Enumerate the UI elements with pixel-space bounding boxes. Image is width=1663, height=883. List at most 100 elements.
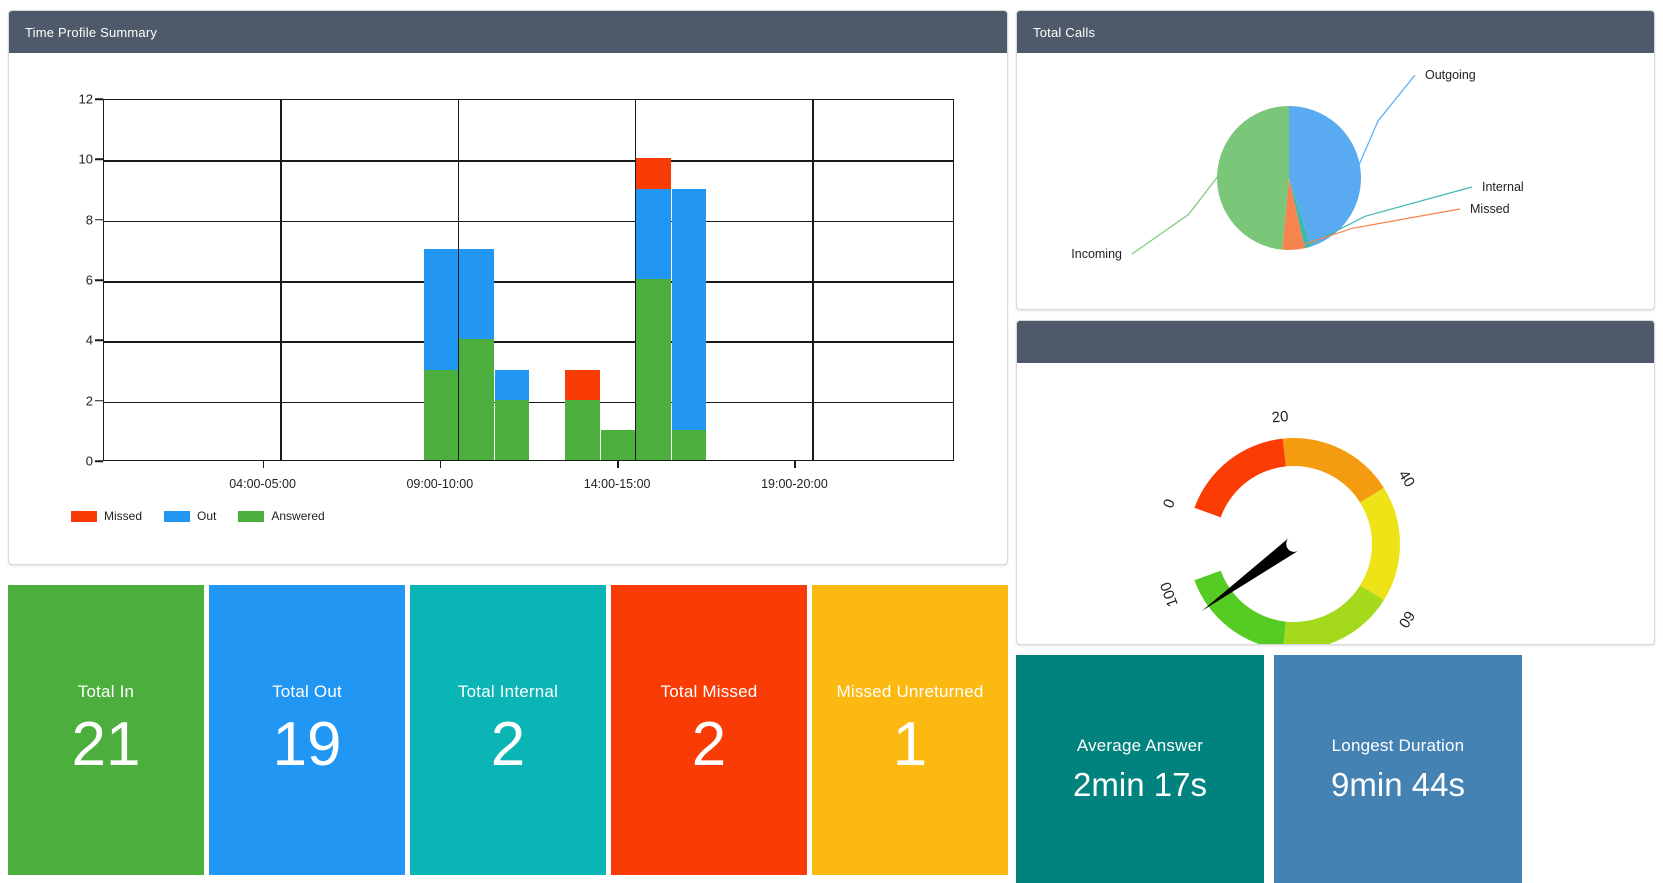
gauge-panel-header <box>1017 321 1654 363</box>
pie-slice-label: Outgoing <box>1425 68 1476 82</box>
gauge-tick-label: 0 <box>1160 497 1179 511</box>
chart-gridline-horizontal <box>104 341 953 343</box>
y-axis-tick-mark <box>95 399 103 402</box>
x-axis-tick-label: 19:00-20:00 <box>761 477 828 491</box>
y-axis-tick-mark <box>95 158 103 161</box>
chart-bar-segment-missed <box>565 369 600 400</box>
kpi-tile-value: 2 <box>490 710 526 780</box>
chart-bar-segment-out <box>636 188 671 280</box>
dashboard-root: Time Profile Summary 0 2 4 6 8 10 12 04:00-05:… <box>0 0 1663 883</box>
y-axis-tick-label: 0 <box>85 453 93 469</box>
gauge-panel: 020406080100 <box>1016 320 1655 645</box>
chart-gridline-horizontal <box>104 281 953 283</box>
x-axis-tick-mark <box>439 461 442 468</box>
legend-label: Out <box>197 509 217 523</box>
x-axis-tick-mark <box>262 461 265 468</box>
chart-bar[interactable] <box>671 188 707 460</box>
chart-bar[interactable] <box>494 369 529 460</box>
x-axis-tick-label: 14:00-15:00 <box>583 477 651 491</box>
chart-gridline-horizontal <box>104 160 953 162</box>
kpi-tile-value: 19 <box>272 710 342 780</box>
x-axis-tick-label: 09:00-10:00 <box>406 477 474 491</box>
legend-swatch-icon <box>238 510 265 522</box>
chart-bar[interactable] <box>423 248 459 460</box>
legend-swatch-icon <box>71 510 97 522</box>
time-profile-panel: Time Profile Summary 0 2 4 6 8 10 12 04:00-05:… <box>8 10 1008 565</box>
chart-bar-segment-out <box>459 248 494 340</box>
chart-gridline-horizontal <box>104 220 953 223</box>
kpi-tile-label: Longest Duration <box>1331 735 1465 755</box>
chart-bar-segment-answered <box>600 429 636 460</box>
bar-chart-plot-area <box>103 99 954 461</box>
chart-bar[interactable] <box>565 369 600 460</box>
y-axis-tick-mark <box>95 279 103 281</box>
kpi-tile-missed-unreturned[interactable]: Missed Unreturned 1 <box>812 585 1008 875</box>
kpi-tile-label: Missed Unreturned <box>836 682 984 702</box>
pie-slice-incoming[interactable] <box>1217 106 1289 250</box>
chart-bar-segment-answered <box>636 279 671 460</box>
pie-slice-label: Internal <box>1482 180 1524 194</box>
pie-slice-label: Incoming <box>1071 247 1122 261</box>
kpi-tile-label: Total Internal <box>457 682 559 702</box>
total-calls-panel: Total Calls Outgoing Internal Missed Incomi… <box>1016 10 1655 310</box>
chart-bar-segment-answered <box>494 399 529 460</box>
gauge-tick-label: 100 <box>1157 580 1182 609</box>
bar-chart-legend: Missed Out Answered <box>71 509 325 523</box>
y-axis-tick-label: 4 <box>85 332 93 348</box>
gauge-tick-label: 20 <box>1271 408 1289 427</box>
kpi-tile-label: Total In <box>77 682 135 702</box>
kpi-tile-total-in[interactable]: Total In 21 <box>8 585 204 875</box>
kpi-tile-total-internal[interactable]: Total Internal 2 <box>410 585 606 875</box>
y-axis-tick-label: 6 <box>85 272 93 288</box>
legend-label: Answered <box>271 509 325 523</box>
legend-item[interactable]: Missed <box>71 509 142 523</box>
y-axis-tick-mark <box>95 460 103 462</box>
gauge-chart: 020406080100 <box>1157 408 1418 644</box>
legend-swatch-icon <box>164 510 191 522</box>
kpi-tile-average-answer[interactable]: Average Answer 2min 17s <box>1016 655 1264 883</box>
total-calls-title: Total Calls <box>1033 24 1096 40</box>
kpi-tile-value: 21 <box>71 710 141 780</box>
kpi-tile-total-out[interactable]: Total Out 19 <box>209 585 405 875</box>
kpi-tile-label: Total Out <box>272 682 342 702</box>
chart-bar-segment-out <box>423 248 459 370</box>
legend-item[interactable]: Out <box>164 509 216 523</box>
gauge-band-40-60 <box>1360 487 1400 601</box>
chart-gridline-vertical <box>812 100 814 460</box>
gauge-body: 020406080100 <box>1017 363 1654 644</box>
y-axis-tick-mark <box>95 339 103 342</box>
pie-chart: Outgoing Internal Missed Incoming <box>1071 68 1524 261</box>
x-axis-tick-label: 04:00-05:00 <box>229 477 296 491</box>
chart-bar-segment-out <box>494 369 529 400</box>
pie-chart-body: Outgoing Internal Missed Incoming <box>1017 53 1654 309</box>
kpi-tile-longest-duration[interactable]: Longest Duration 9min 44s <box>1274 655 1522 883</box>
chart-bar[interactable] <box>636 158 671 460</box>
y-axis-tick-mark <box>95 98 103 100</box>
gauge-band-20-40 <box>1282 437 1384 503</box>
legend-item[interactable]: Answered <box>238 509 325 523</box>
chart-bar-segment-answered <box>565 399 600 460</box>
kpi-tile-label: Average Answer <box>1076 735 1204 755</box>
gauge-tick-label: 60 <box>1395 608 1418 631</box>
chart-bar-segment-answered <box>671 429 707 460</box>
chart-bar-segment-answered <box>423 369 459 460</box>
x-axis-tick-mark <box>794 461 796 468</box>
chart-bar[interactable] <box>600 429 636 460</box>
chart-bar-segment-out <box>671 188 707 430</box>
x-axis-tick-mark <box>617 461 619 468</box>
kpi-tile-label: Total Missed <box>660 682 758 702</box>
kpi-tile-value: 9min 44s <box>1331 765 1465 803</box>
pie-leader-line <box>1131 174 1220 255</box>
total-calls-panel-header: Total Calls <box>1017 11 1654 53</box>
chart-bar-segment-missed <box>636 158 671 189</box>
y-axis-tick-label: 12 <box>78 91 93 107</box>
pie-slice-label: Missed <box>1470 202 1510 216</box>
y-axis-tick-label: 2 <box>85 393 93 409</box>
gauge-tick-label: 40 <box>1395 467 1418 490</box>
legend-label: Missed <box>104 509 143 523</box>
kpi-tile-total-missed[interactable]: Total Missed 2 <box>611 585 807 875</box>
gauge-band-0-20 <box>1194 438 1286 518</box>
kpi-tile-value: 2 <box>691 710 727 780</box>
chart-gridline-vertical <box>280 100 282 460</box>
chart-bar[interactable] <box>459 248 494 460</box>
